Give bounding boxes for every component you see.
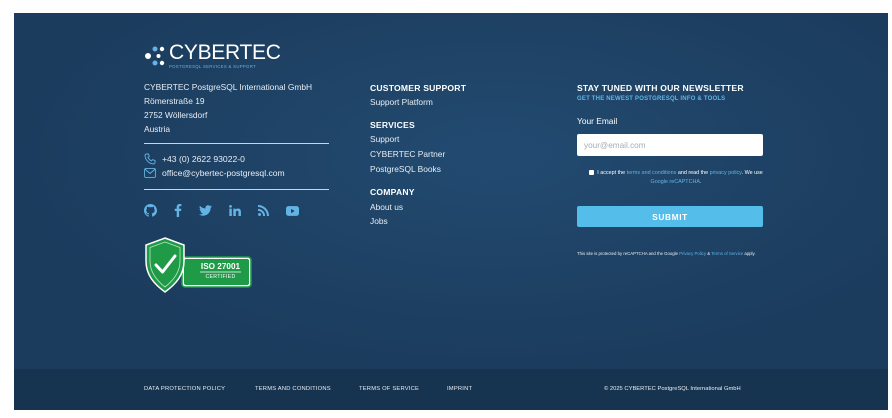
cybertec-partner-link[interactable]: CYBERTEC Partner <box>370 149 445 159</box>
imprint-link[interactable]: IMPRINT <box>447 386 472 392</box>
consent-mid: and read the <box>677 170 709 176</box>
github-icon[interactable] <box>144 204 157 217</box>
iso-subtitle: CERTIFIED <box>205 274 236 280</box>
company-address: CYBERTEC PostgreSQL International GmbH R… <box>144 80 312 136</box>
cybertec-logo-icon <box>145 46 165 66</box>
consent-checkbox[interactable] <box>589 170 595 176</box>
about-us-link[interactable]: About us <box>370 202 403 212</box>
newsletter-subtitle: GET THE NEWEST POSTGRESQL INFO & TOOLS <box>577 96 726 102</box>
terms-of-service-link[interactable]: TERMS OF SERVICE <box>359 386 419 392</box>
social-links <box>144 204 316 217</box>
consent-text: I accept the terms and conditions and re… <box>588 169 764 187</box>
terms-conditions-link[interactable]: TERMS AND CONDITIONS <box>255 386 331 392</box>
consent-end: . <box>699 179 702 185</box>
data-protection-link[interactable]: DATA PROTECTION POLICY <box>144 386 225 392</box>
terms-link[interactable]: terms and conditions <box>627 170 677 176</box>
email-label: Your Email <box>577 116 618 126</box>
google-privacy-link[interactable]: Privacy Policy <box>679 251 706 256</box>
google-terms-link[interactable]: Terms of Service <box>711 251 743 256</box>
consent-suffix: . We use <box>741 170 763 176</box>
address-line: 2752 Wöllersdorf <box>144 110 208 120</box>
site-footer: CYBERTEC POSTGRESQL SERVICES & SUPPORT C… <box>14 13 888 410</box>
support-link[interactable]: Support <box>370 134 399 144</box>
recaptcha-prefix: This site is protected by reCAPTCHA and … <box>577 251 679 256</box>
divider <box>144 189 329 190</box>
mail-icon <box>144 168 156 178</box>
copyright-text: © 2025 CYBERTEC PostgreSQL International… <box>604 386 741 392</box>
support-platform-link[interactable]: Support Platform <box>370 97 433 107</box>
jobs-link[interactable]: Jobs <box>370 216 388 226</box>
email-address: office@cybertec-postgresql.com <box>162 168 285 178</box>
twitter-icon[interactable] <box>199 205 212 216</box>
submit-button[interactable]: SUBMIT <box>577 206 763 227</box>
newsletter-title: STAY TUNED WITH OUR NEWSLETTER <box>577 83 744 93</box>
address-line: Römerstraße 19 <box>144 96 205 106</box>
iso-title: ISO 27001 <box>200 262 241 271</box>
recaptcha-suffix: apply. <box>744 251 756 256</box>
linkedin-icon[interactable] <box>229 205 241 216</box>
recaptcha-notice: This site is protected by reCAPTCHA and … <box>577 247 767 260</box>
facebook-icon[interactable] <box>174 204 182 217</box>
customer-support-title: CUSTOMER SUPPORT <box>370 83 467 93</box>
email-link[interactable]: office@cybertec-postgresql.com <box>144 168 285 178</box>
brand-tagline: POSTGRESQL SERVICES & SUPPORT <box>169 64 256 69</box>
recaptcha-and: & <box>707 251 711 256</box>
phone-number: +43 (0) 2622 93022-0 <box>162 154 245 164</box>
services-title: SERVICES <box>370 120 415 130</box>
divider <box>144 143 329 144</box>
address-line: CYBERTEC PostgreSQL International GmbH <box>144 82 313 92</box>
privacy-policy-link[interactable]: privacy policy <box>710 170 742 176</box>
rss-icon[interactable] <box>258 205 269 216</box>
postgresql-books-link[interactable]: PostgreSQL Books <box>370 164 441 174</box>
phone-link[interactable]: +43 (0) 2622 93022-0 <box>144 153 245 165</box>
address-line: Austria <box>144 124 171 134</box>
iso-27001-badge: ISO 27001 CERTIFIED <box>144 237 254 293</box>
consent-prefix: I accept the <box>597 170 626 176</box>
recaptcha-link[interactable]: Google reCAPTCHA <box>651 179 700 185</box>
newsletter-email-input[interactable] <box>577 134 763 156</box>
brand-name: CYBERTEC <box>169 41 281 64</box>
company-title: COMPANY <box>370 187 415 197</box>
cybertec-logo[interactable]: CYBERTEC POSTGRESQL SERVICES & SUPPORT <box>144 41 281 69</box>
youtube-icon[interactable] <box>286 205 299 216</box>
phone-icon <box>144 153 156 165</box>
